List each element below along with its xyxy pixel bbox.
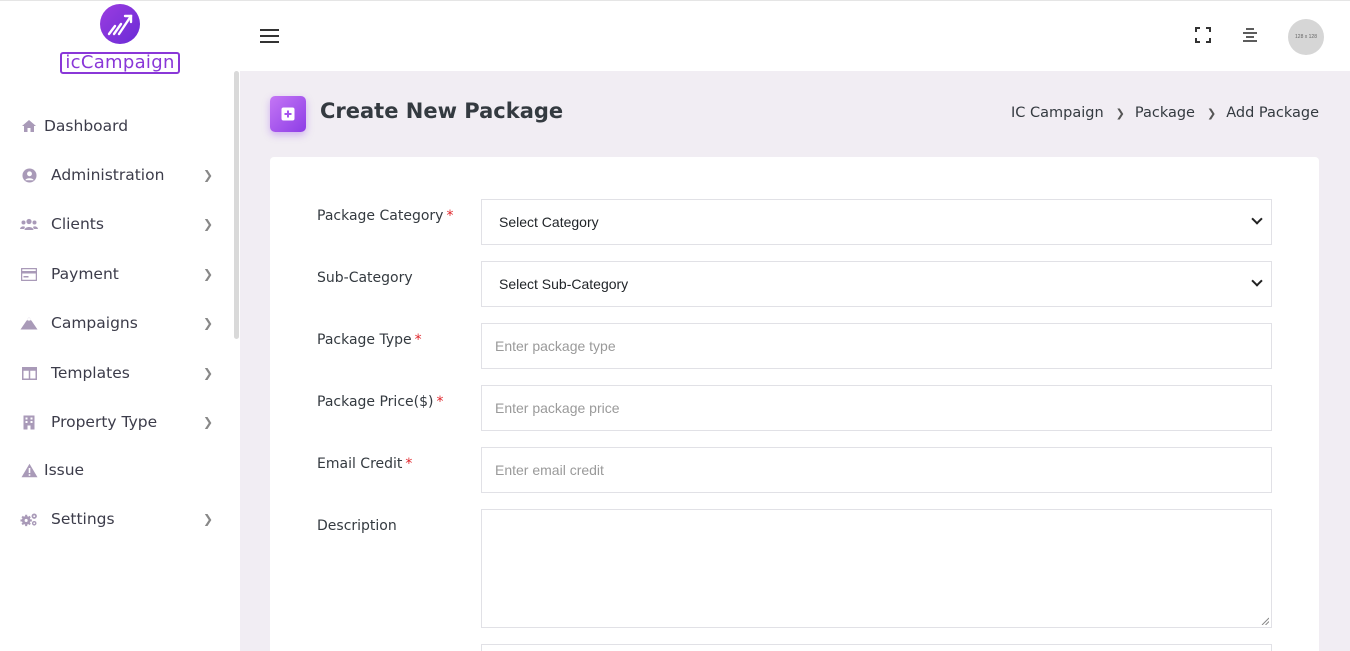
building-icon — [20, 413, 38, 431]
sidebar-item-label: Settings — [51, 510, 115, 528]
sidebar: icCampaign Dashboard Administration ❯ Cl… — [0, 0, 240, 651]
description-field — [481, 509, 1272, 628]
user-circle-icon — [20, 166, 38, 184]
plus-square-icon — [270, 96, 306, 132]
resize-grip-icon[interactable] — [1261, 617, 1269, 625]
label-text: Package Category — [317, 208, 444, 224]
required-marker: * — [405, 456, 413, 472]
select-value: Select Category — [499, 214, 599, 230]
next-field-partial[interactable] — [481, 644, 1272, 651]
users-icon — [20, 215, 38, 233]
gears-icon — [20, 510, 38, 528]
sidebar-item-administration[interactable]: Administration ❯ — [0, 153, 232, 197]
fullscreen-icon[interactable] — [1195, 27, 1213, 45]
logo-mark — [100, 4, 140, 44]
page-title: Create New Package — [320, 99, 564, 123]
chevron-right-icon: ❯ — [203, 415, 214, 429]
sidebar-item-label: Clients — [51, 215, 104, 233]
chevron-right-icon: ❯ — [203, 512, 214, 526]
breadcrumb-home[interactable]: IC Campaign — [1011, 105, 1104, 121]
mountain-icon — [20, 314, 38, 332]
email-credit-input[interactable] — [495, 462, 1258, 478]
package-price-label: Package Price($) * — [317, 394, 443, 410]
package-type-field — [481, 323, 1272, 369]
user-avatar[interactable]: 128 x 128 — [1288, 19, 1324, 55]
top-navbar: 128 x 128 — [240, 0, 1350, 71]
sidebar-item-label: Campaigns — [51, 314, 138, 332]
chevron-right-icon: ❯ — [203, 168, 214, 182]
sidebar-item-label: Administration — [51, 166, 165, 184]
label-text: Package Price($) — [317, 394, 434, 410]
brand-wordmark: icCampaign — [60, 52, 180, 74]
sidebar-item-settings[interactable]: Settings ❯ — [0, 497, 232, 541]
label-text: Sub-Category — [317, 270, 413, 286]
package-price-input[interactable] — [495, 400, 1258, 416]
warning-icon — [20, 461, 38, 479]
sidebar-item-templates[interactable]: Templates ❯ — [0, 351, 232, 395]
package-category-select[interactable]: Select Category — [481, 199, 1272, 245]
label-text: Email Credit — [317, 456, 403, 472]
align-center-icon[interactable] — [1242, 27, 1260, 45]
brand-logo[interactable]: icCampaign — [58, 4, 182, 74]
credit-card-icon — [20, 265, 38, 283]
sidebar-scrollbar[interactable] — [234, 71, 239, 339]
sidebar-item-label: Templates — [51, 364, 130, 382]
sidebar-item-campaigns[interactable]: Campaigns ❯ — [0, 301, 232, 345]
breadcrumb-package[interactable]: Package — [1135, 105, 1195, 121]
required-marker: * — [436, 394, 444, 410]
chevron-right-icon: ❯ — [203, 366, 214, 380]
package-type-label: Package Type * — [317, 332, 422, 348]
label-text: Package Type — [317, 332, 412, 348]
sidebar-item-label: Payment — [51, 265, 119, 283]
email-credit-field — [481, 447, 1272, 493]
chevron-right-icon: ❯ — [1206, 106, 1217, 120]
chevron-right-icon: ❯ — [203, 316, 214, 330]
package-form-card: Package Category * Select Category Sub-Ca… — [270, 157, 1319, 651]
chevron-right-icon: ❯ — [203, 267, 214, 281]
select-value: Select Sub-Category — [499, 276, 629, 292]
required-marker: * — [446, 208, 454, 224]
sub-category-label: Sub-Category — [317, 270, 413, 286]
sidebar-item-dashboard[interactable]: Dashboard — [0, 104, 232, 148]
email-credit-label: Email Credit * — [317, 456, 412, 472]
sidebar-item-label: Property Type — [51, 413, 158, 431]
sidebar-item-property-type[interactable]: Property Type ❯ — [0, 400, 232, 444]
label-text: Description — [317, 518, 397, 534]
chevron-down-icon — [1251, 213, 1263, 225]
sidebar-item-label: Issue — [44, 461, 85, 479]
required-marker: * — [414, 332, 422, 348]
package-category-label: Package Category * — [317, 208, 453, 224]
breadcrumb-current: Add Package — [1226, 105, 1319, 121]
description-textarea[interactable] — [495, 518, 1258, 619]
sidebar-item-issue[interactable]: Issue — [0, 448, 232, 492]
breadcrumb: IC Campaign ❯ Package ❯ Add Package — [1011, 105, 1319, 121]
package-price-field — [481, 385, 1272, 431]
home-icon — [20, 117, 38, 135]
sidebar-item-label: Dashboard — [44, 117, 129, 135]
hamburger-icon[interactable] — [260, 29, 279, 43]
sidebar-item-clients[interactable]: Clients ❯ — [0, 202, 232, 246]
chevron-right-icon: ❯ — [1115, 106, 1125, 120]
sidebar-item-payment[interactable]: Payment ❯ — [0, 252, 232, 296]
sub-category-select[interactable]: Select Sub-Category — [481, 261, 1272, 307]
chevron-down-icon — [1251, 275, 1263, 287]
description-label: Description — [317, 518, 397, 534]
chevron-right-icon: ❯ — [203, 217, 214, 231]
columns-icon — [20, 364, 38, 382]
package-type-input[interactable] — [495, 338, 1258, 354]
